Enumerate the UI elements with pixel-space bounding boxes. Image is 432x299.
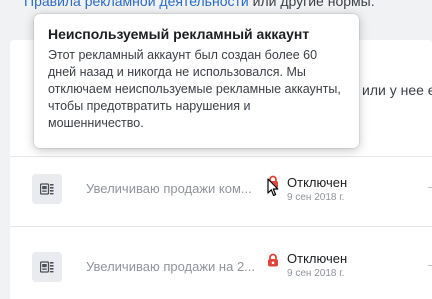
obscured-text: или у нее ес (362, 82, 432, 98)
tooltip-title: Неиспользуемый рекламный аккаунт (48, 26, 310, 42)
row-divider (10, 226, 432, 227)
account-date: 9 сен 2018 г. (287, 268, 345, 279)
row-menu-edge[interactable] (428, 265, 432, 266)
account-date: 9 сен 2018 г. (287, 192, 345, 203)
account-status: Отключен (287, 251, 348, 266)
account-status: Отключен (287, 175, 348, 190)
policy-link[interactable]: Правила рекламной деятельности (24, 0, 249, 9)
ad-account-icon (32, 252, 62, 282)
account-name[interactable]: Увеличиваю продажи ком... (86, 181, 252, 196)
account-name[interactable]: Увеличиваю продажи на 2... (86, 259, 255, 274)
policy-note: Правила рекламной деятельности или други… (24, 0, 375, 9)
ad-account-icon (32, 174, 62, 204)
disabled-status-icon[interactable] (266, 253, 280, 267)
mouse-pointer-icon (267, 178, 279, 197)
tooltip-body: Этот рекламный аккаунт был создан более … (48, 48, 341, 130)
row-menu-edge[interactable] (428, 187, 432, 188)
unused-account-tooltip: Неиспользуемый рекламный аккаунт Этот ре… (34, 14, 359, 148)
policy-note-text: или другие нормы. (248, 0, 375, 9)
